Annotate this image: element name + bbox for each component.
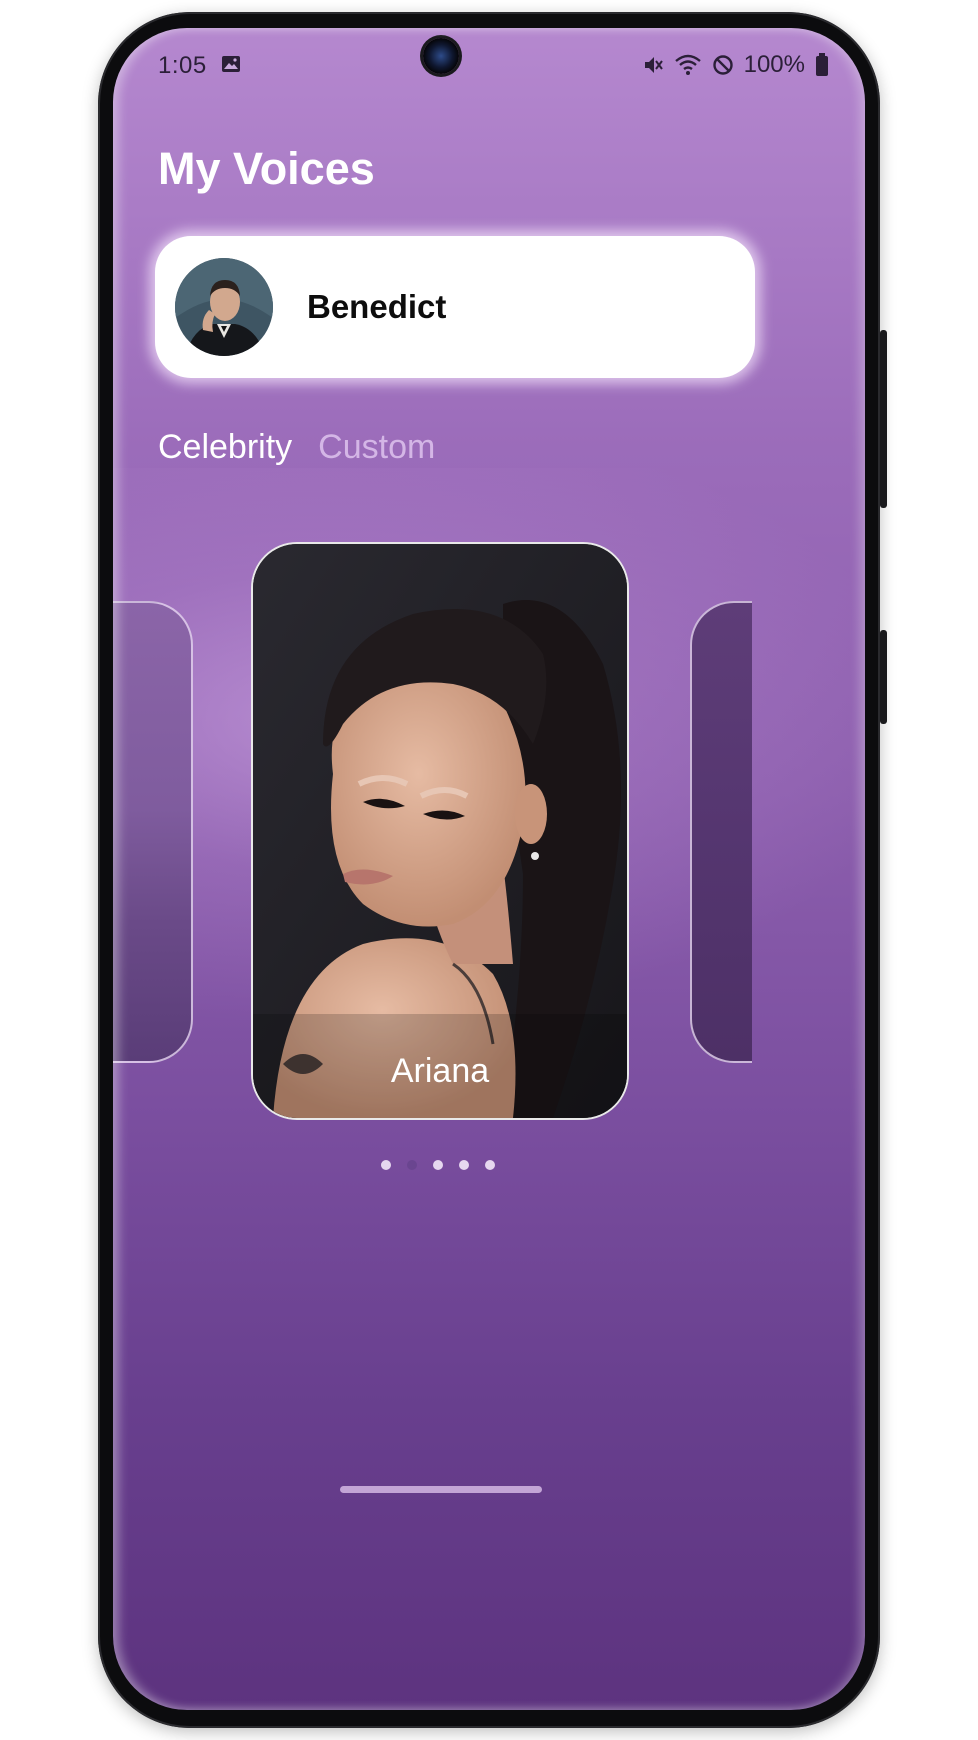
carousel-page-indicator [381,1160,495,1170]
carousel-card-previous[interactable] [113,601,193,1063]
do-not-disturb-icon [712,55,733,75]
status-right-group: 100% [642,51,829,79]
battery-percent: 100% [743,51,805,78]
power-button [880,330,887,508]
carousel-dot[interactable] [407,1160,417,1170]
page-title: My Voices [158,143,375,194]
tab-custom[interactable]: Custom [318,428,435,467]
mute-icon [644,57,663,73]
volume-button [880,630,887,724]
status-time: 1:05 [158,52,207,79]
voice-portrait-image [253,544,627,1118]
tab-celebrity[interactable]: Celebrity [158,428,292,467]
wifi-icon [674,54,701,75]
carousel-dot[interactable] [459,1160,469,1170]
status-bar: 1:05 100% [113,42,865,86]
image-icon [222,56,240,72]
carousel-dot[interactable] [381,1160,391,1170]
avatar [175,258,273,356]
carousel-dot[interactable] [485,1160,495,1170]
app-screen: 1:05 100% My Voices Benedict Celebrity C… [113,28,865,1710]
battery-icon [816,53,828,76]
selected-voice-card[interactable]: Benedict [155,236,755,378]
front-camera [423,38,459,74]
carousel-dot[interactable] [433,1160,443,1170]
selected-voice-name: Benedict [307,288,447,325]
home-indicator[interactable] [340,1486,542,1493]
carousel-card-next[interactable] [690,601,752,1063]
voice-category-tabs: Celebrity Custom [158,428,435,467]
carousel-card-label: Ariana [390,1052,490,1090]
carousel-card-current[interactable]: Ariana [251,542,629,1120]
